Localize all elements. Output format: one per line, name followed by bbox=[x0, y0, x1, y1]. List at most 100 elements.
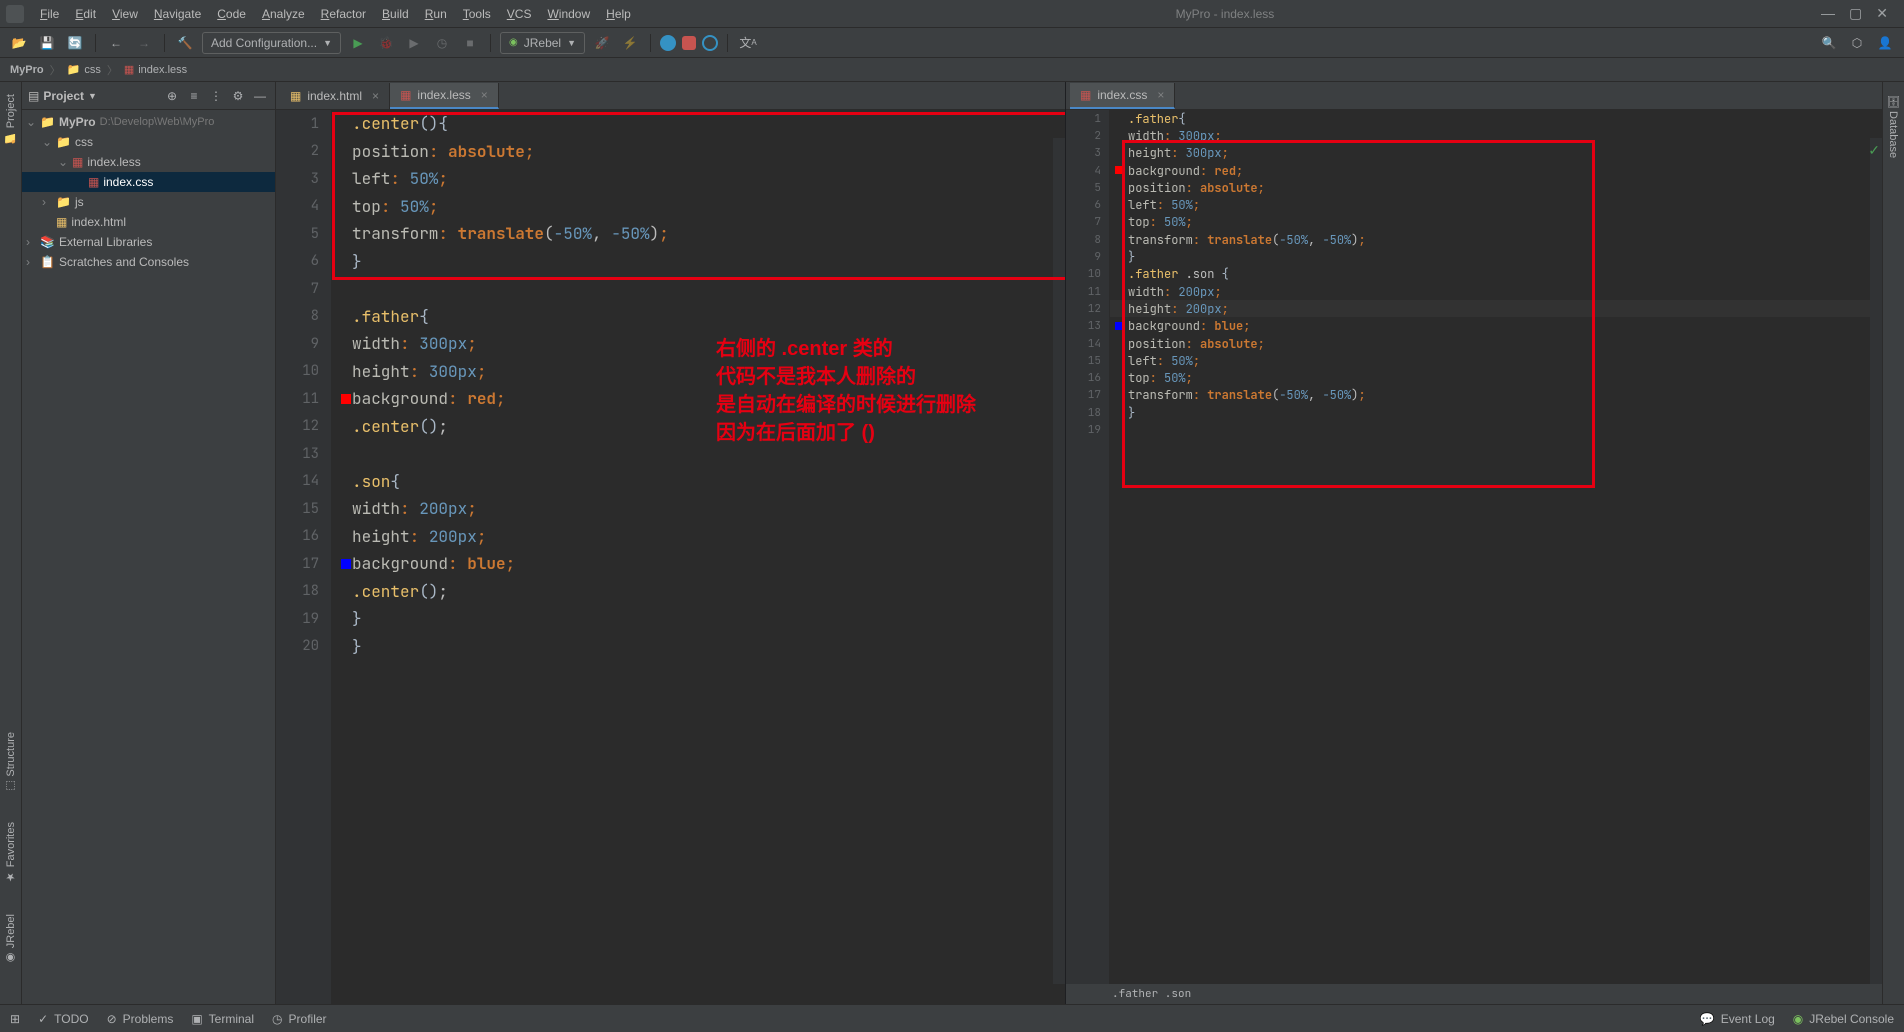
code-line[interactable]: width: 200px; bbox=[352, 495, 1065, 523]
maximize-button[interactable]: ▢ bbox=[1849, 5, 1862, 22]
forward-button[interactable]: → bbox=[133, 32, 155, 54]
editor-breadcrumb-right[interactable]: .father .son bbox=[1066, 984, 1882, 1004]
menu-tools[interactable]: Tools bbox=[455, 3, 499, 25]
bottom-todo[interactable]: ✓ TODO bbox=[38, 1012, 89, 1026]
tool-window-bar-icon[interactable]: ⊞ bbox=[10, 1012, 20, 1026]
profile-button[interactable]: ◷ bbox=[431, 32, 453, 54]
error-stripe-right[interactable]: ✓ bbox=[1870, 138, 1882, 984]
code-line[interactable]: transform: translate(-50%, -50%); bbox=[1128, 387, 1882, 404]
close-button[interactable]: ✕ bbox=[1876, 5, 1888, 22]
project-tree[interactable]: ⌄📁 MyPro D:\Develop\Web\MyPro ⌄📁 css ⌄▦ … bbox=[22, 110, 275, 274]
error-stripe-left[interactable] bbox=[1053, 138, 1065, 984]
code-line[interactable]: height: 200px; bbox=[352, 523, 1065, 551]
tab-index-html[interactable]: ▦index.html× bbox=[280, 83, 390, 109]
tree-index-css[interactable]: ▦ index.css bbox=[22, 172, 275, 192]
code-line[interactable]: .father { bbox=[1128, 110, 1882, 127]
side-tool-database[interactable]: 🗄 Database bbox=[1887, 94, 1900, 158]
select-opened-file-button[interactable]: ⊕ bbox=[163, 87, 181, 105]
code-line[interactable] bbox=[1128, 421, 1882, 438]
bottom-profiler[interactable]: ◷ Profiler bbox=[272, 1012, 327, 1026]
circle-1-icon[interactable] bbox=[660, 35, 676, 51]
code-line[interactable]: } bbox=[352, 248, 1065, 276]
code-line[interactable]: .son { bbox=[352, 468, 1065, 496]
hide-button[interactable]: — bbox=[251, 87, 269, 105]
sync-button[interactable]: 🔄 bbox=[64, 32, 86, 54]
code-line[interactable]: left: 50%; bbox=[352, 165, 1065, 193]
search-button[interactable]: 🔍 bbox=[1818, 32, 1840, 54]
menu-file[interactable]: File bbox=[32, 3, 67, 25]
code-line[interactable]: .father .son { bbox=[1128, 266, 1882, 283]
tab-index-less[interactable]: ▦index.less× bbox=[390, 83, 499, 109]
jrebel-debug-button[interactable]: ⚡ bbox=[619, 32, 641, 54]
menu-view[interactable]: View bbox=[104, 3, 146, 25]
collapse-all-button[interactable]: ⋮ bbox=[207, 87, 225, 105]
side-tool-favorites[interactable]: ★ Favorites bbox=[4, 822, 17, 883]
bottom-terminal[interactable]: ▣ Terminal bbox=[191, 1012, 254, 1026]
run-button[interactable]: ▶ bbox=[347, 32, 369, 54]
translate-button[interactable]: 文A bbox=[737, 32, 759, 54]
menu-window[interactable]: Window bbox=[539, 3, 598, 25]
code-line[interactable]: top: 50%; bbox=[1128, 214, 1882, 231]
code-line[interactable]: top: 50%; bbox=[1128, 369, 1882, 386]
back-button[interactable]: ← bbox=[105, 32, 127, 54]
code-line[interactable]: width: 200px; bbox=[1128, 283, 1882, 300]
stop-button[interactable]: ■ bbox=[459, 32, 481, 54]
square-icon[interactable] bbox=[682, 36, 696, 50]
circle-2-icon[interactable] bbox=[702, 35, 718, 51]
coverage-button[interactable]: ▶ bbox=[403, 32, 425, 54]
tree-index-less[interactable]: ⌄▦ index.less bbox=[22, 152, 275, 172]
code-area-left[interactable]: 1234567891011121314151617181920 .center(… bbox=[276, 110, 1065, 1004]
save-button[interactable]: 💾 bbox=[36, 32, 58, 54]
code-line[interactable]: .center() { bbox=[352, 110, 1065, 138]
code-line[interactable]: } bbox=[352, 605, 1065, 633]
code-line[interactable]: .center(); bbox=[352, 578, 1065, 606]
code-line[interactable]: left: 50%; bbox=[1128, 196, 1882, 213]
code-line[interactable]: left: 50%; bbox=[1128, 352, 1882, 369]
code-line[interactable]: position: absolute; bbox=[1128, 335, 1882, 352]
side-tool-project[interactable]: 📁 Project bbox=[4, 94, 17, 145]
code-line[interactable]: height: 200px; bbox=[1128, 300, 1882, 317]
build-button[interactable]: 🔨 bbox=[174, 32, 196, 54]
debug-button[interactable]: 🐞 bbox=[375, 32, 397, 54]
gutter-left[interactable]: 1234567891011121314151617181920 bbox=[276, 110, 332, 1004]
breadcrumb-project[interactable]: MyPro bbox=[10, 64, 44, 76]
code-line[interactable]: width: 300px; bbox=[1128, 127, 1882, 144]
breadcrumb-folder[interactable]: 📁 css bbox=[67, 63, 101, 76]
gutter-right[interactable]: 12345678910111213141516171819 bbox=[1066, 110, 1110, 1004]
bottom-problems[interactable]: ⊘ Problems bbox=[107, 1012, 174, 1026]
menu-analyze[interactable]: Analyze bbox=[254, 3, 313, 25]
code-line[interactable]: height: 300px; bbox=[1128, 145, 1882, 162]
menu-vcs[interactable]: VCS bbox=[499, 3, 540, 25]
code-line[interactable]: transform: translate(-50%, -50%); bbox=[352, 220, 1065, 248]
menu-run[interactable]: Run bbox=[417, 3, 455, 25]
updates-button[interactable]: ⬡ bbox=[1846, 32, 1868, 54]
tab-index-css[interactable]: ▦index.css× bbox=[1070, 83, 1175, 109]
tree-js-folder[interactable]: ›📁 js bbox=[22, 192, 275, 212]
side-tool-jrebel[interactable]: ◉ JRebel bbox=[4, 914, 17, 964]
jrebel-combo[interactable]: ◉ JRebel ▼ bbox=[500, 32, 585, 54]
tree-index-html[interactable]: ▦ index.html bbox=[22, 212, 275, 232]
breadcrumb-file[interactable]: ▦ index.less bbox=[124, 63, 187, 76]
open-button[interactable]: 📂 bbox=[8, 32, 30, 54]
avatar-button[interactable]: 👤 bbox=[1874, 32, 1896, 54]
minimize-button[interactable]: — bbox=[1821, 5, 1835, 22]
code-line[interactable]: transform: translate(-50%, -50%); bbox=[1128, 231, 1882, 248]
code-line[interactable]: background: blue; bbox=[352, 550, 1065, 578]
close-tab-icon[interactable]: × bbox=[1157, 88, 1164, 102]
tree-external-libraries[interactable]: ›📚 External Libraries bbox=[22, 232, 275, 252]
menu-help[interactable]: Help bbox=[598, 3, 639, 25]
menu-build[interactable]: Build bbox=[374, 3, 417, 25]
menu-navigate[interactable]: Navigate bbox=[146, 3, 209, 25]
menu-refactor[interactable]: Refactor bbox=[313, 3, 374, 25]
code-line[interactable]: top: 50%; bbox=[352, 193, 1065, 221]
code-line[interactable]: position: absolute; bbox=[352, 138, 1065, 166]
jrebel-console[interactable]: ◉ JRebel Console bbox=[1793, 1012, 1894, 1026]
code-area-right[interactable]: 12345678910111213141516171819 .father { … bbox=[1066, 110, 1882, 1004]
code-line[interactable]: background: red; bbox=[1128, 162, 1882, 179]
code-line[interactable]: position: absolute; bbox=[1128, 179, 1882, 196]
close-tab-icon[interactable]: × bbox=[481, 88, 488, 102]
code-line[interactable]: } bbox=[1128, 404, 1882, 421]
code-line[interactable]: } bbox=[1128, 248, 1882, 265]
jrebel-run-button[interactable]: 🚀 bbox=[591, 32, 613, 54]
side-tool-structure[interactable]: ⬚ Structure bbox=[4, 732, 17, 793]
